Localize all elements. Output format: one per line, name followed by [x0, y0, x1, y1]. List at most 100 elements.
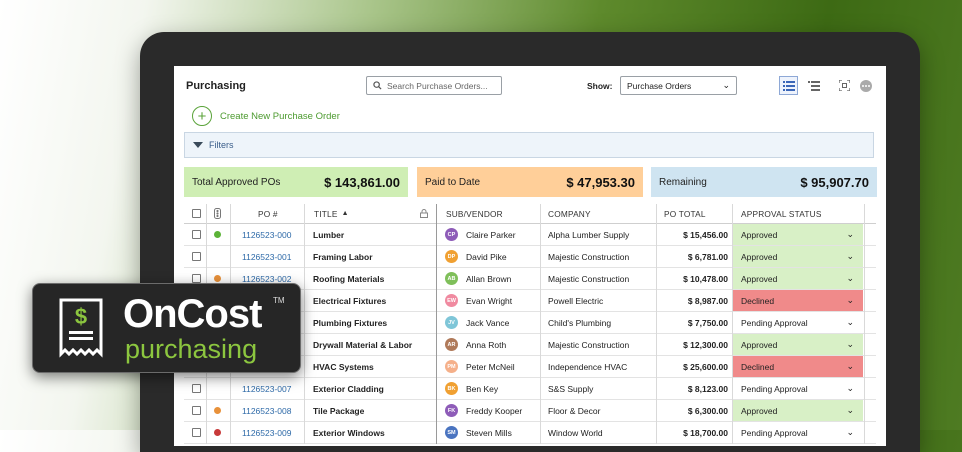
- vendor-cell: AB Allan Brown: [445, 268, 511, 289]
- po-number-link[interactable]: 1126523-000: [242, 224, 291, 245]
- summary-label: Remaining: [659, 176, 707, 188]
- approval-status-value: Declined: [741, 295, 775, 306]
- list-view-icon: [782, 80, 795, 91]
- checkbox-box: [192, 428, 201, 437]
- po-total: $ 7,750.00: [687, 317, 728, 328]
- po-title: Electrical Fixtures: [313, 295, 387, 306]
- trademark: TM: [273, 296, 285, 305]
- avatar: SM: [445, 426, 458, 439]
- po-total: $ 8,123.00: [687, 383, 728, 394]
- vendor-cell: FK Freddy Kooper: [445, 400, 522, 421]
- table-row[interactable]: 1126523-000 Lumber CP Claire Parker Alph…: [184, 224, 876, 246]
- show-select[interactable]: Purchase Orders ⌄: [620, 76, 737, 95]
- po-title: Tile Package: [313, 405, 365, 416]
- filters-bar[interactable]: Filters: [184, 132, 874, 158]
- approval-status-select[interactable]: Declined ⌄: [733, 356, 863, 377]
- summary-value: $ 143,861.00: [324, 174, 400, 190]
- fullscreen-button[interactable]: [835, 76, 854, 95]
- detail-view-button[interactable]: [804, 76, 823, 95]
- approval-status-select[interactable]: Pending Approval ⌄: [733, 378, 863, 399]
- po-number-link[interactable]: 1126523-008: [242, 400, 291, 421]
- select-all-checkbox[interactable]: [192, 204, 201, 223]
- table-row[interactable]: 1126523-007 Exterior Cladding BK Ben Key…: [184, 378, 876, 400]
- oncost-logo: $ OnCost TM purchasing: [32, 283, 301, 373]
- col-title-label: TITLE: [314, 208, 338, 219]
- po-total: $ 10,478.00: [683, 273, 728, 284]
- chevron-down-icon: ⌄: [846, 405, 854, 415]
- po-number-link[interactable]: 1126523-009: [242, 422, 291, 443]
- po-title: HVAC Systems: [313, 361, 374, 372]
- approval-status-select[interactable]: Approved ⌄: [733, 224, 863, 245]
- col-title[interactable]: TITLE ▲: [314, 204, 349, 223]
- table-row[interactable]: 1126523-001 Framing Labor DP David Pike …: [184, 246, 876, 268]
- status-dot: [214, 407, 221, 414]
- avatar: BK: [445, 382, 458, 395]
- po-number-link[interactable]: 1126523-001: [242, 246, 291, 267]
- po-title: Lumber: [313, 229, 345, 240]
- approval-status-value: Approved: [741, 273, 778, 284]
- create-label: Create New Purchase Order: [220, 110, 340, 122]
- sort-asc-icon: ▲: [341, 210, 349, 217]
- row-checkbox[interactable]: [192, 224, 201, 245]
- approval-status-select[interactable]: Declined ⌄: [733, 290, 863, 311]
- avatar: AB: [445, 272, 458, 285]
- top-bar: Purchasing Search Purchase Orders... Sho…: [174, 66, 886, 106]
- vendor-name: Freddy Kooper: [466, 405, 523, 416]
- summary-value: $ 95,907.70: [800, 174, 869, 190]
- po-title: Roofing Materials: [313, 273, 385, 284]
- avatar: FK: [445, 404, 458, 417]
- approval-status-select[interactable]: Pending Approval ⌄: [733, 422, 863, 443]
- brand-name: OnCost: [123, 292, 262, 336]
- row-checkbox[interactable]: [192, 378, 201, 399]
- vendor-name: Jack Vance: [466, 317, 510, 328]
- vendor-cell: CP Claire Parker: [445, 224, 516, 245]
- approval-status-select[interactable]: Approved ⌄: [733, 334, 863, 355]
- table-row[interactable]: 1126523-008 Tile Package FK Freddy Koope…: [184, 400, 876, 422]
- more-options-button[interactable]: [856, 76, 875, 95]
- vendor-name: Claire Parker: [466, 229, 516, 240]
- chevron-down-icon: ⌄: [846, 251, 854, 261]
- status-dot-cell: [214, 224, 221, 245]
- column-divider: [732, 204, 733, 444]
- vendor-cell: AR Anna Roth: [445, 334, 506, 355]
- col-po-total[interactable]: PO TOTAL: [664, 204, 706, 223]
- company-name: Child's Plumbing: [548, 317, 612, 328]
- summary-label: Paid to Date: [425, 176, 481, 188]
- chevron-down-icon: ⌄: [846, 361, 854, 371]
- col-company[interactable]: COMPANY: [548, 204, 591, 223]
- approval-status-select[interactable]: Pending Approval ⌄: [733, 312, 863, 333]
- avatar: JV: [445, 316, 458, 329]
- checkbox-box: [192, 252, 201, 261]
- create-purchase-order-button[interactable]: + Create New Purchase Order: [192, 106, 340, 126]
- search-icon: [373, 81, 382, 90]
- po-title: Exterior Cladding: [313, 383, 384, 394]
- approval-status-select[interactable]: Approved ⌄: [733, 400, 863, 421]
- po-total: $ 6,300.00: [687, 405, 728, 416]
- svg-text:$: $: [75, 304, 87, 329]
- approval-status-select[interactable]: Approved ⌄: [733, 246, 863, 267]
- po-number-link[interactable]: 1126523-007: [242, 378, 291, 399]
- search-input[interactable]: Search Purchase Orders...: [366, 76, 502, 95]
- row-checkbox[interactable]: [192, 400, 201, 421]
- summary-value: $ 47,953.30: [566, 174, 635, 190]
- more-icon: [859, 79, 872, 92]
- po-total: $ 12,300.00: [683, 339, 728, 350]
- chevron-down-icon: ⌄: [846, 295, 854, 305]
- checkbox-box: [192, 209, 201, 218]
- approval-status-select[interactable]: Approved ⌄: [733, 268, 863, 289]
- table-row[interactable]: 1126523-009 Exterior Windows SM Steven M…: [184, 422, 876, 444]
- po-total: $ 25,600.00: [683, 361, 728, 372]
- checkbox-box: [192, 406, 201, 415]
- search-placeholder: Search Purchase Orders...: [387, 80, 488, 91]
- col-sub-vendor[interactable]: SUB/VENDOR: [446, 204, 503, 223]
- col-approval-status[interactable]: APPROVAL STATUS: [741, 204, 822, 223]
- vendor-name: David Pike: [466, 251, 507, 262]
- row-checkbox[interactable]: [192, 422, 201, 443]
- list-view-button[interactable]: [779, 76, 798, 95]
- company-name: Majestic Construction: [548, 339, 630, 350]
- checkbox-box: [192, 274, 201, 283]
- vendor-cell: DP David Pike: [445, 246, 507, 267]
- row-checkbox[interactable]: [192, 246, 201, 267]
- col-po-number[interactable]: PO #: [258, 204, 278, 223]
- company-name: S&S Supply: [548, 383, 594, 394]
